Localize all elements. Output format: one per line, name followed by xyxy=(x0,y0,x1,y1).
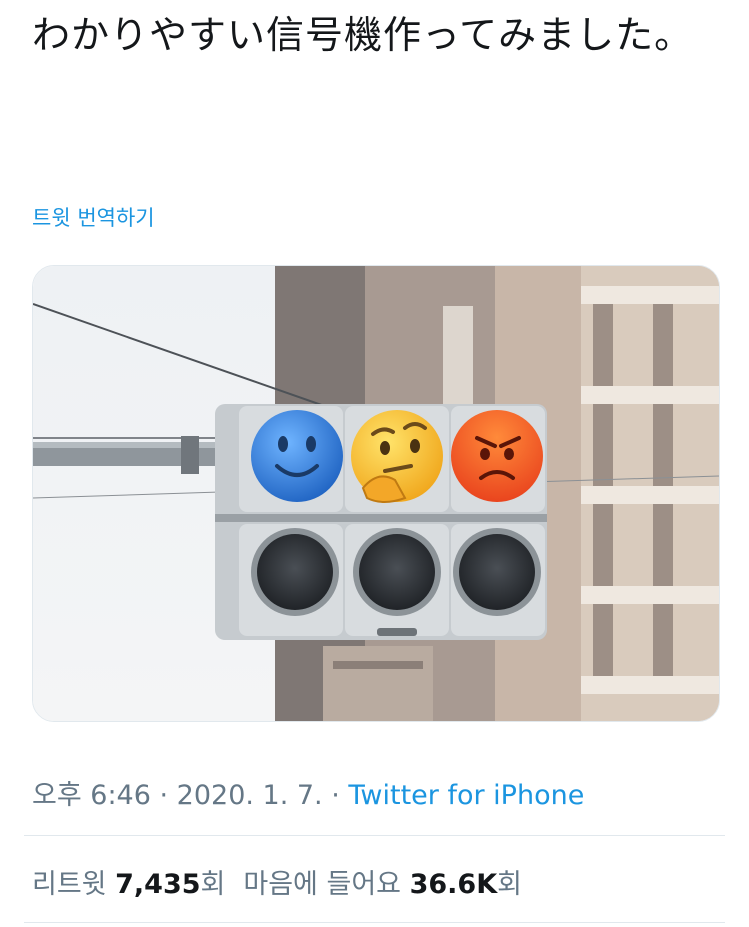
retweets-label: 리트윗 xyxy=(32,869,107,900)
tweet-stats: 리트윗 7,435회 마음에 들어요 36.6K회 xyxy=(32,862,522,901)
unlit-signal-lens-left xyxy=(251,528,339,616)
translate-tweet-link[interactable]: 트윗 번역하기 xyxy=(32,202,155,232)
unlit-signal-lens-middle xyxy=(353,528,441,616)
likes-stat[interactable]: 마음에 들어요 36.6K회 xyxy=(243,869,522,900)
unlit-signal-lens-right xyxy=(453,528,541,616)
angry-face-icon xyxy=(451,410,543,502)
tweet-date: 2020. 1. 7. xyxy=(176,780,323,811)
likes-count: 36.6K xyxy=(409,869,498,900)
divider xyxy=(24,835,725,836)
thinking-face-icon xyxy=(351,410,443,503)
tweet-time: 오후 6:46 xyxy=(32,780,151,811)
retweets-unit: 회 xyxy=(200,869,226,900)
retweets-count: 7,435 xyxy=(115,869,201,900)
meta-separator: · xyxy=(150,780,177,811)
tweet-source-link[interactable]: Twitter for iPhone xyxy=(348,780,584,811)
divider xyxy=(24,922,725,923)
likes-unit: 회 xyxy=(497,869,522,900)
tweet-meta: 오후 6:46 · 2020. 1. 7. · Twitter for iPho… xyxy=(32,773,584,812)
tweet-text: わかりやすい信号機作ってみました。 xyxy=(32,13,694,57)
meta-separator: · xyxy=(322,780,349,811)
blue-smiling-face-icon xyxy=(251,410,343,502)
tweet-photo[interactable] xyxy=(32,265,720,722)
traffic-light-photo xyxy=(33,266,719,721)
likes-label: 마음에 들어요 xyxy=(243,869,401,900)
retweets-stat[interactable]: 리트윗 7,435회 xyxy=(32,869,225,900)
